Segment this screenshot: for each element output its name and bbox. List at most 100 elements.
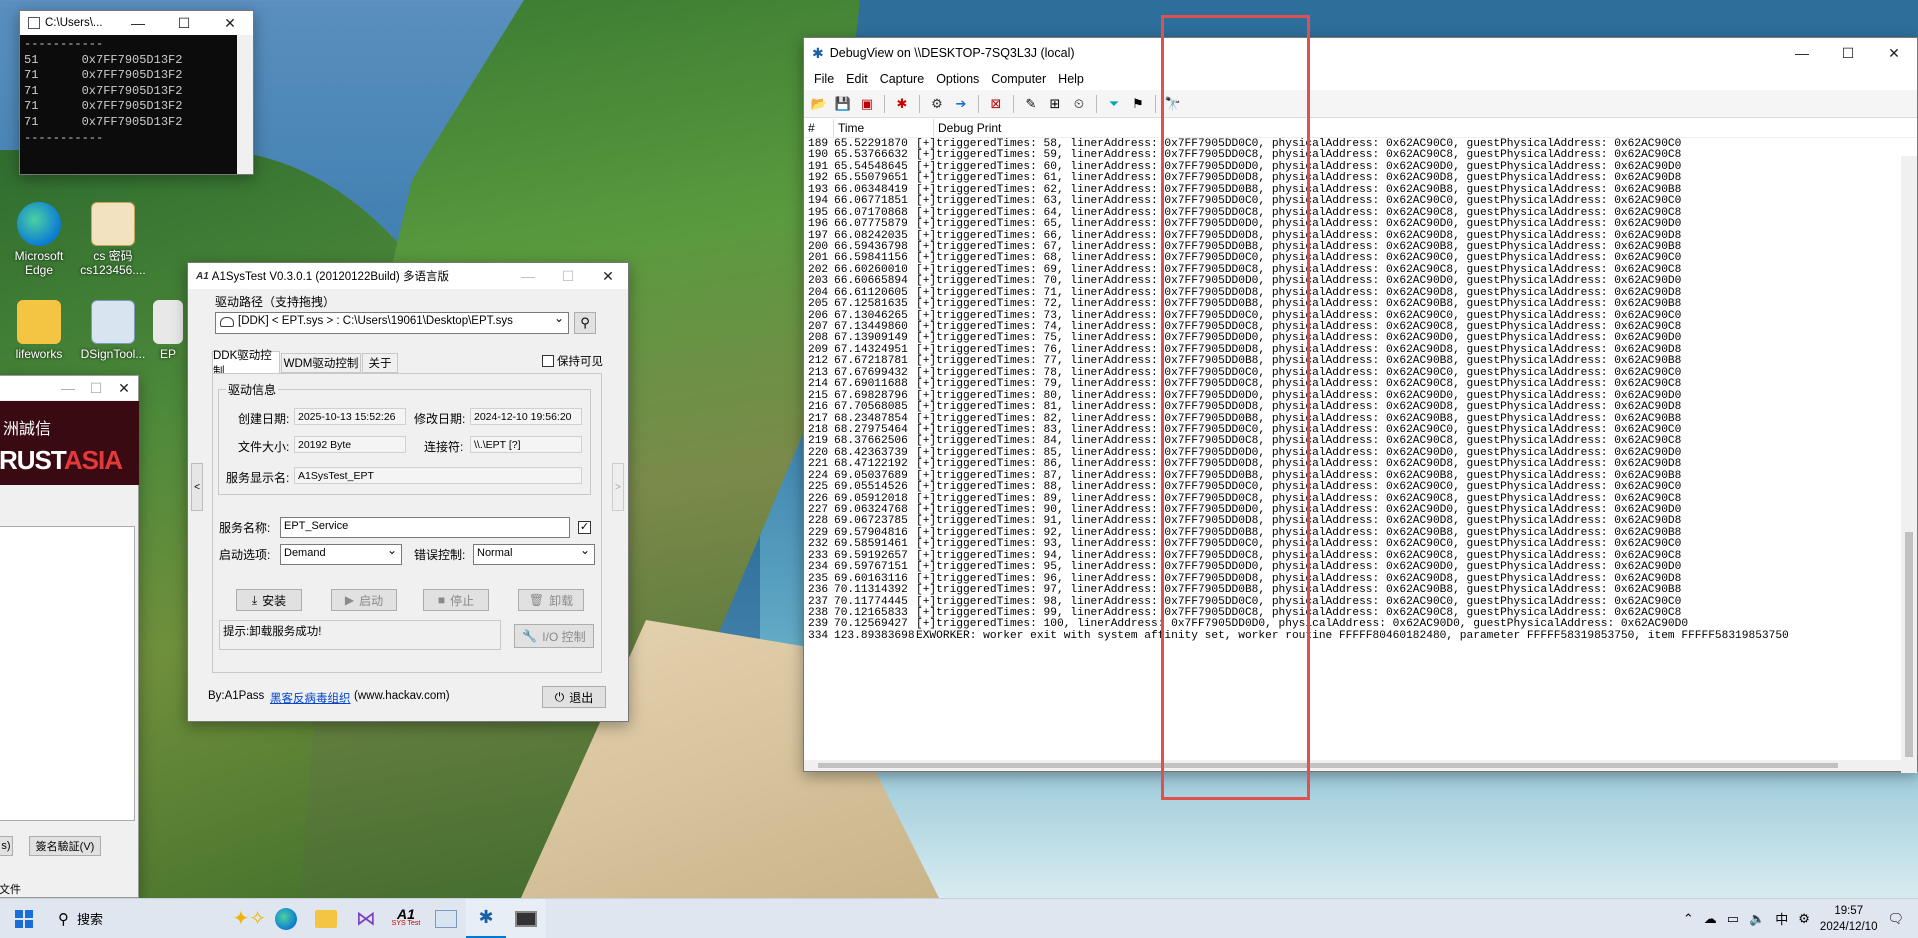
- a1systest-window[interactable]: A1 A1SysTest V0.3.0.1 (20120122Build) 多语…: [187, 262, 629, 722]
- trustasia-window[interactable]: — ☐ ✕ 洲誠信 RUSTASIA s) 簽名驗証(V) 文件: [0, 375, 139, 898]
- log-row[interactable]: 334 123.89383698 EXWORKER: worker exit wit…: [804, 630, 1902, 642]
- capture-icon[interactable]: ✱: [891, 93, 913, 115]
- column-number[interactable]: #: [804, 118, 834, 137]
- scroll-right-button[interactable]: >: [612, 463, 624, 511]
- a1-titlebar[interactable]: A1 A1SysTest V0.3.0.1 (20120122Build) 多语…: [188, 263, 628, 289]
- console-window[interactable]: C:\Users\... — ☐ ✕ ----------- 51 0x7FF79…: [19, 10, 254, 175]
- log-icon[interactable]: ▣: [856, 93, 878, 115]
- log-row[interactable]: 236 70.11314392 [+]triggeredTimes: 97, lin…: [804, 584, 1902, 596]
- clear-icon[interactable]: ⊠: [985, 93, 1007, 115]
- start-option-select[interactable]: Demand: [280, 543, 402, 565]
- trustasia-list[interactable]: [0, 526, 135, 821]
- log-row[interactable]: 214 67.69011688 [+]triggeredTimes: 79, lin…: [804, 378, 1902, 390]
- taskbar-a1systest[interactable]: A1 SYS Test: [386, 899, 426, 938]
- close-button[interactable]: ✕: [207, 11, 253, 35]
- log-row[interactable]: 196 66.07775879 [+]triggeredTimes: 65, lin…: [804, 218, 1902, 230]
- debugview-window[interactable]: ✱ DebugView on \\DESKTOP-7SQ3L3J (local)…: [803, 37, 1918, 773]
- keep-visible-checkbox[interactable]: 保持可见: [542, 353, 603, 369]
- log-row[interactable]: 225 69.05514526 [+]triggeredTimes: 88, lin…: [804, 481, 1902, 493]
- minimize-button[interactable]: —: [54, 376, 82, 400]
- desktop-icon-dsigntool[interactable]: DSignTool...: [74, 300, 152, 361]
- volume-icon[interactable]: 🔈: [1749, 911, 1765, 927]
- log-row[interactable]: 203 66.60665894 [+]triggeredTimes: 70, lin…: [804, 275, 1902, 287]
- start-button[interactable]: [0, 899, 48, 938]
- verify-signature-button[interactable]: 簽名驗証(V): [29, 836, 101, 856]
- console-scrollbar[interactable]: [237, 35, 253, 174]
- time-icon[interactable]: ✎: [1020, 93, 1042, 115]
- drive-path-select[interactable]: [DDK] < EPT.sys > : C:\Users\19061\Deskt…: [215, 311, 569, 334]
- tab-ddk[interactable]: DDK驱动控制: [212, 350, 280, 378]
- uninstall-button[interactable]: 🗑 卸载: [518, 589, 584, 611]
- close-button[interactable]: ✕: [1871, 38, 1917, 68]
- settings-tray-icon[interactable]: ⚙: [1798, 911, 1810, 927]
- save-icon[interactable]: 💾: [832, 93, 854, 115]
- log-row[interactable]: 194 66.06771851 [+]triggeredTimes: 63, lin…: [804, 195, 1902, 207]
- maximize-button[interactable]: ☐: [1825, 38, 1871, 68]
- search-button[interactable]: ⚲: [574, 312, 596, 334]
- desktop-icon-ep[interactable]: EP: [148, 300, 188, 361]
- taskbar-explorer[interactable]: [306, 899, 346, 938]
- maximize-button[interactable]: ☐: [161, 11, 207, 35]
- log-row[interactable]: 216 67.70568085 [+]triggeredTimes: 81, lin…: [804, 401, 1902, 413]
- exit-button[interactable]: ⏻ 退出: [542, 686, 606, 708]
- menu-computer[interactable]: Computer: [985, 72, 1052, 86]
- taskbar-edge[interactable]: [266, 899, 306, 938]
- scroll-left-button[interactable]: <: [191, 463, 203, 511]
- minimize-button[interactable]: —: [1779, 38, 1825, 68]
- settings-icon[interactable]: ⚙: [926, 93, 948, 115]
- clock[interactable]: 19:57 2024/12/10: [1820, 903, 1878, 935]
- io-control-button[interactable]: 🔧 I/O 控制: [514, 624, 594, 648]
- highlight-icon[interactable]: ⚑: [1127, 93, 1149, 115]
- column-debug-print[interactable]: Debug Print: [934, 119, 1917, 137]
- menu-file[interactable]: File: [808, 72, 840, 86]
- log-row[interactable]: 221 68.47122192 [+]triggeredTimes: 86, lin…: [804, 458, 1902, 470]
- trustasia-button-1[interactable]: s): [0, 836, 13, 856]
- clock-time-icon[interactable]: ⊞: [1044, 93, 1066, 115]
- menu-edit[interactable]: Edit: [840, 72, 874, 86]
- notification-icon[interactable]: 🗨: [1887, 911, 1904, 927]
- desktop-icon-edge[interactable]: Microsoft Edge: [0, 202, 78, 277]
- minimize-button[interactable]: —: [115, 11, 161, 35]
- column-time[interactable]: Time: [834, 118, 934, 137]
- filter-icon[interactable]: ⏷: [1103, 93, 1125, 115]
- start-button[interactable]: ▶ 启动: [331, 589, 397, 611]
- cloud-icon[interactable]: ☁: [1704, 911, 1717, 927]
- debugview-titlebar[interactable]: ✱ DebugView on \\DESKTOP-7SQ3L3J (local)…: [804, 38, 1917, 68]
- taskbar-search[interactable]: ⚲ 搜索 ✦✧: [48, 903, 266, 935]
- close-button[interactable]: ✕: [588, 263, 628, 289]
- stop-button[interactable]: ■ 停止: [423, 589, 489, 611]
- svc-name-checkbox[interactable]: ✓: [578, 521, 591, 534]
- trustasia-titlebar[interactable]: — ☐ ✕: [0, 376, 138, 400]
- log-row[interactable]: 205 67.12581635 [+]triggeredTimes: 72, lin…: [804, 298, 1902, 310]
- error-control-select[interactable]: Normal: [473, 543, 595, 565]
- horizontal-scrollbar-thumb[interactable]: [818, 763, 1838, 768]
- autoscroll-icon[interactable]: ➔: [950, 93, 972, 115]
- install-button[interactable]: ⤓ 安装: [236, 589, 302, 611]
- open-icon[interactable]: 📂: [808, 93, 830, 115]
- log-row[interactable]: 234 69.59767151 [+]triggeredTimes: 95, lin…: [804, 561, 1902, 573]
- hackav-link[interactable]: 黑客反病毒组织: [270, 690, 351, 706]
- menu-options[interactable]: Options: [930, 72, 985, 86]
- taskbar-visualstudio[interactable]: ⋈: [346, 899, 386, 938]
- log-list[interactable]: 189 65.52291870 [+]triggeredTimes: 58, lin…: [804, 138, 1902, 745]
- close-button[interactable]: ✕: [110, 376, 138, 400]
- tab-wdm[interactable]: WDM驱动控制: [281, 353, 361, 373]
- chevron-up-icon[interactable]: ⌃: [1683, 911, 1694, 927]
- minimize-button[interactable]: —: [508, 263, 548, 289]
- desktop-icon-lifeworks[interactable]: lifeworks: [0, 300, 78, 361]
- ime-indicator[interactable]: 中: [1775, 909, 1788, 928]
- menu-help[interactable]: Help: [1052, 72, 1090, 86]
- svc-name-input[interactable]: EPT_Service: [280, 517, 570, 538]
- tab-about[interactable]: 关于: [362, 353, 398, 373]
- maximize-button[interactable]: ☐: [82, 376, 110, 400]
- desktop-icon-cs[interactable]: cs 密码 cs123456....: [74, 202, 152, 277]
- vertical-scrollbar[interactable]: [1901, 156, 1917, 773]
- maximize-button[interactable]: ☐: [548, 263, 588, 289]
- taskbar-console[interactable]: [506, 898, 546, 938]
- network-icon[interactable]: ▭: [1727, 911, 1739, 927]
- menu-capture[interactable]: Capture: [874, 72, 930, 86]
- vertical-scrollbar-thumb[interactable]: [1905, 532, 1913, 757]
- console-titlebar[interactable]: C:\Users\... — ☐ ✕: [20, 11, 253, 35]
- taskbar-debugview[interactable]: ✱: [466, 898, 506, 938]
- taskbar-dsigntool[interactable]: [426, 899, 466, 938]
